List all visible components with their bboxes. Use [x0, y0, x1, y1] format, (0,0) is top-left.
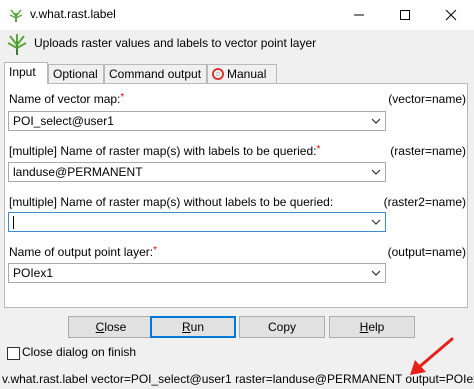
- tab-optional[interactable]: Optional: [48, 64, 104, 83]
- chevron-down-icon: [371, 118, 381, 124]
- chevron-down-icon: [371, 219, 381, 225]
- text-caret: [13, 216, 14, 229]
- vector-map-select[interactable]: POI_select@user1: [8, 111, 386, 131]
- output-value: POIex1: [13, 266, 54, 280]
- raster-labels-value: landuse@PERMANENT: [13, 165, 143, 179]
- close-on-finish-checkbox[interactable]: [7, 347, 20, 360]
- raster2-param-key: (raster2=name): [383, 195, 466, 209]
- status-bar: v.what.rast.label vector=POI_select@user…: [0, 366, 474, 389]
- close-window-button[interactable]: [428, 0, 474, 30]
- module-description: Uploads raster values and labels to vect…: [34, 36, 317, 50]
- run-button[interactable]: Run: [150, 316, 236, 338]
- window-title: v.what.rast.label: [30, 7, 116, 21]
- close-icon: [445, 9, 457, 21]
- module-banner: Uploads raster values and labels to vect…: [0, 30, 474, 62]
- raster-no-labels-label: [multiple] Name of raster map(s) without…: [9, 195, 334, 209]
- title-bar: v.what.rast.label: [0, 0, 474, 30]
- chevron-down-icon: [371, 169, 381, 175]
- raster-labels-label: [multiple] Name of raster map(s) with la…: [9, 144, 321, 158]
- raster-no-labels-select[interactable]: [8, 212, 386, 232]
- output-param-key: (output=name): [387, 245, 466, 259]
- raster-param-key: (raster=name): [390, 144, 466, 158]
- vector-map-value: POI_select@user1: [13, 114, 114, 128]
- chevron-down-icon: [371, 270, 381, 276]
- raster-labels-select[interactable]: landuse@PERMANENT: [8, 162, 386, 182]
- minimize-button[interactable]: [336, 0, 382, 30]
- grass-app-icon: [9, 9, 23, 22]
- command-preview: v.what.rast.label vector=POI_select@user…: [2, 372, 474, 386]
- output-label: Name of output point layer:*: [9, 245, 157, 259]
- output-select[interactable]: POIex1: [8, 263, 386, 283]
- maximize-icon: [400, 10, 410, 20]
- minimize-icon: [354, 14, 364, 16]
- copy-button[interactable]: Copy: [239, 316, 325, 338]
- vector-map-label: Name of vector map:*: [9, 92, 125, 106]
- grass-module-icon: [7, 34, 27, 55]
- vector-param-key: (vector=name): [388, 92, 466, 106]
- help-button[interactable]: Help: [329, 316, 415, 338]
- close-on-finish-label[interactable]: Close dialog on finish: [22, 345, 136, 359]
- tab-manual[interactable]: Manual: [207, 64, 277, 83]
- lifebuoy-icon: [212, 68, 224, 80]
- close-button[interactable]: Close: [68, 316, 154, 338]
- tab-command-output[interactable]: Command output: [104, 64, 207, 83]
- tab-input[interactable]: Input: [4, 62, 48, 84]
- maximize-button[interactable]: [382, 0, 428, 30]
